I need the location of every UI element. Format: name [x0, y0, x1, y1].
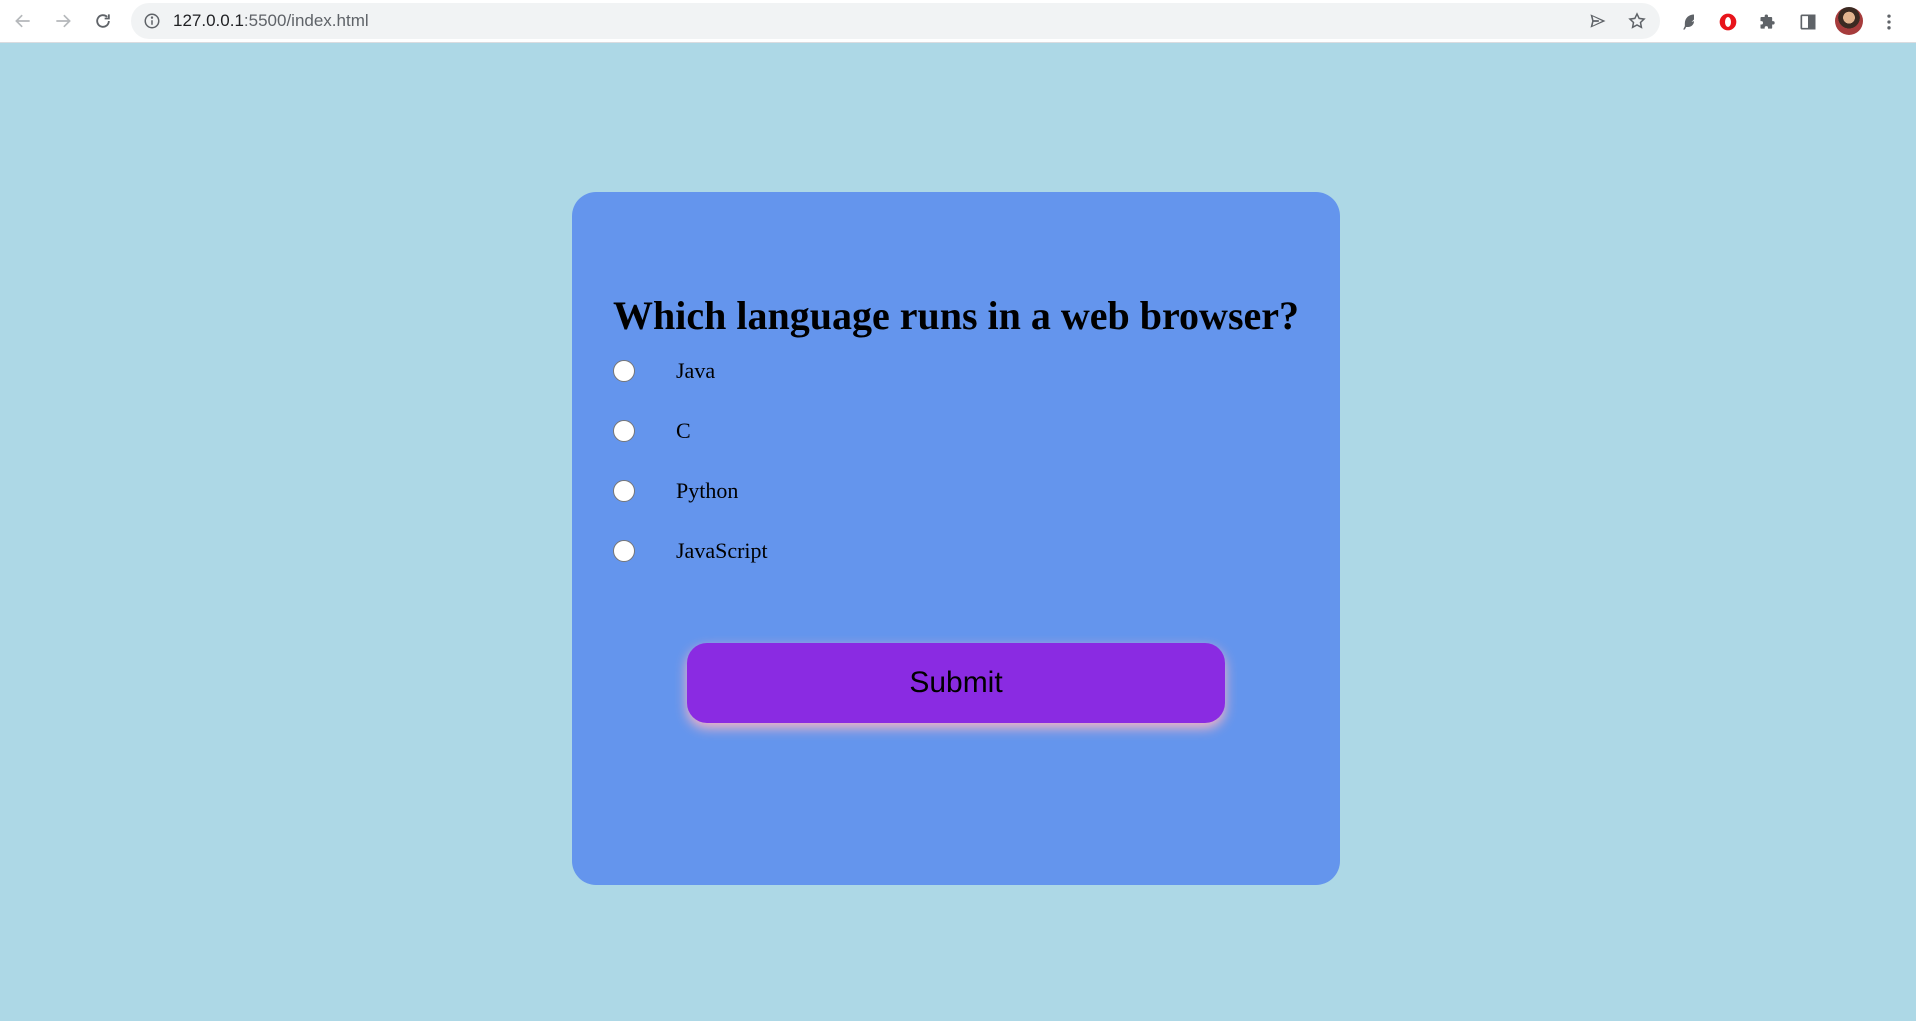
radio-button[interactable] [613, 540, 635, 562]
feather-extension-icon[interactable] [1674, 7, 1704, 37]
question-heading: Which language runs in a web browser? [613, 293, 1300, 338]
puzzle-icon[interactable] [1753, 7, 1783, 37]
back-arrow-icon[interactable] [7, 5, 39, 37]
star-icon[interactable] [1625, 9, 1649, 33]
radio-button[interactable] [613, 420, 635, 442]
url-text[interactable]: 127.0.0.1:5500/index.html [173, 12, 369, 30]
quiz-card: Which language runs in a web browser? Ja… [572, 192, 1340, 885]
submit-button[interactable]: Submit [687, 643, 1225, 723]
side-panel-icon[interactable] [1793, 7, 1823, 37]
address-bar[interactable]: 127.0.0.1:5500/index.html [131, 3, 1660, 39]
send-icon[interactable] [1586, 9, 1610, 33]
forward-arrow-icon[interactable] [47, 5, 79, 37]
browser-toolbar: 127.0.0.1:5500/index.html [0, 0, 1916, 43]
kebab-menu-icon[interactable] [1874, 7, 1904, 37]
radio-button[interactable] [613, 360, 635, 382]
opera-extension-icon[interactable] [1713, 7, 1743, 37]
reload-icon[interactable] [87, 5, 119, 37]
profile-avatar[interactable] [1835, 7, 1863, 35]
option-label[interactable]: C [676, 418, 691, 444]
option-label[interactable]: Python [676, 478, 738, 504]
option-javascript[interactable]: JavaScript [613, 536, 1013, 566]
option-python[interactable]: Python [613, 476, 1013, 506]
option-label[interactable]: Java [676, 358, 715, 384]
radio-button[interactable] [613, 480, 635, 502]
info-icon[interactable] [143, 12, 161, 30]
url-host: 127.0.0.1 [173, 11, 244, 30]
option-c[interactable]: C [613, 416, 1013, 446]
option-java[interactable]: Java [613, 356, 1013, 386]
option-label[interactable]: JavaScript [676, 538, 768, 564]
url-path: :5500/index.html [243, 11, 369, 30]
